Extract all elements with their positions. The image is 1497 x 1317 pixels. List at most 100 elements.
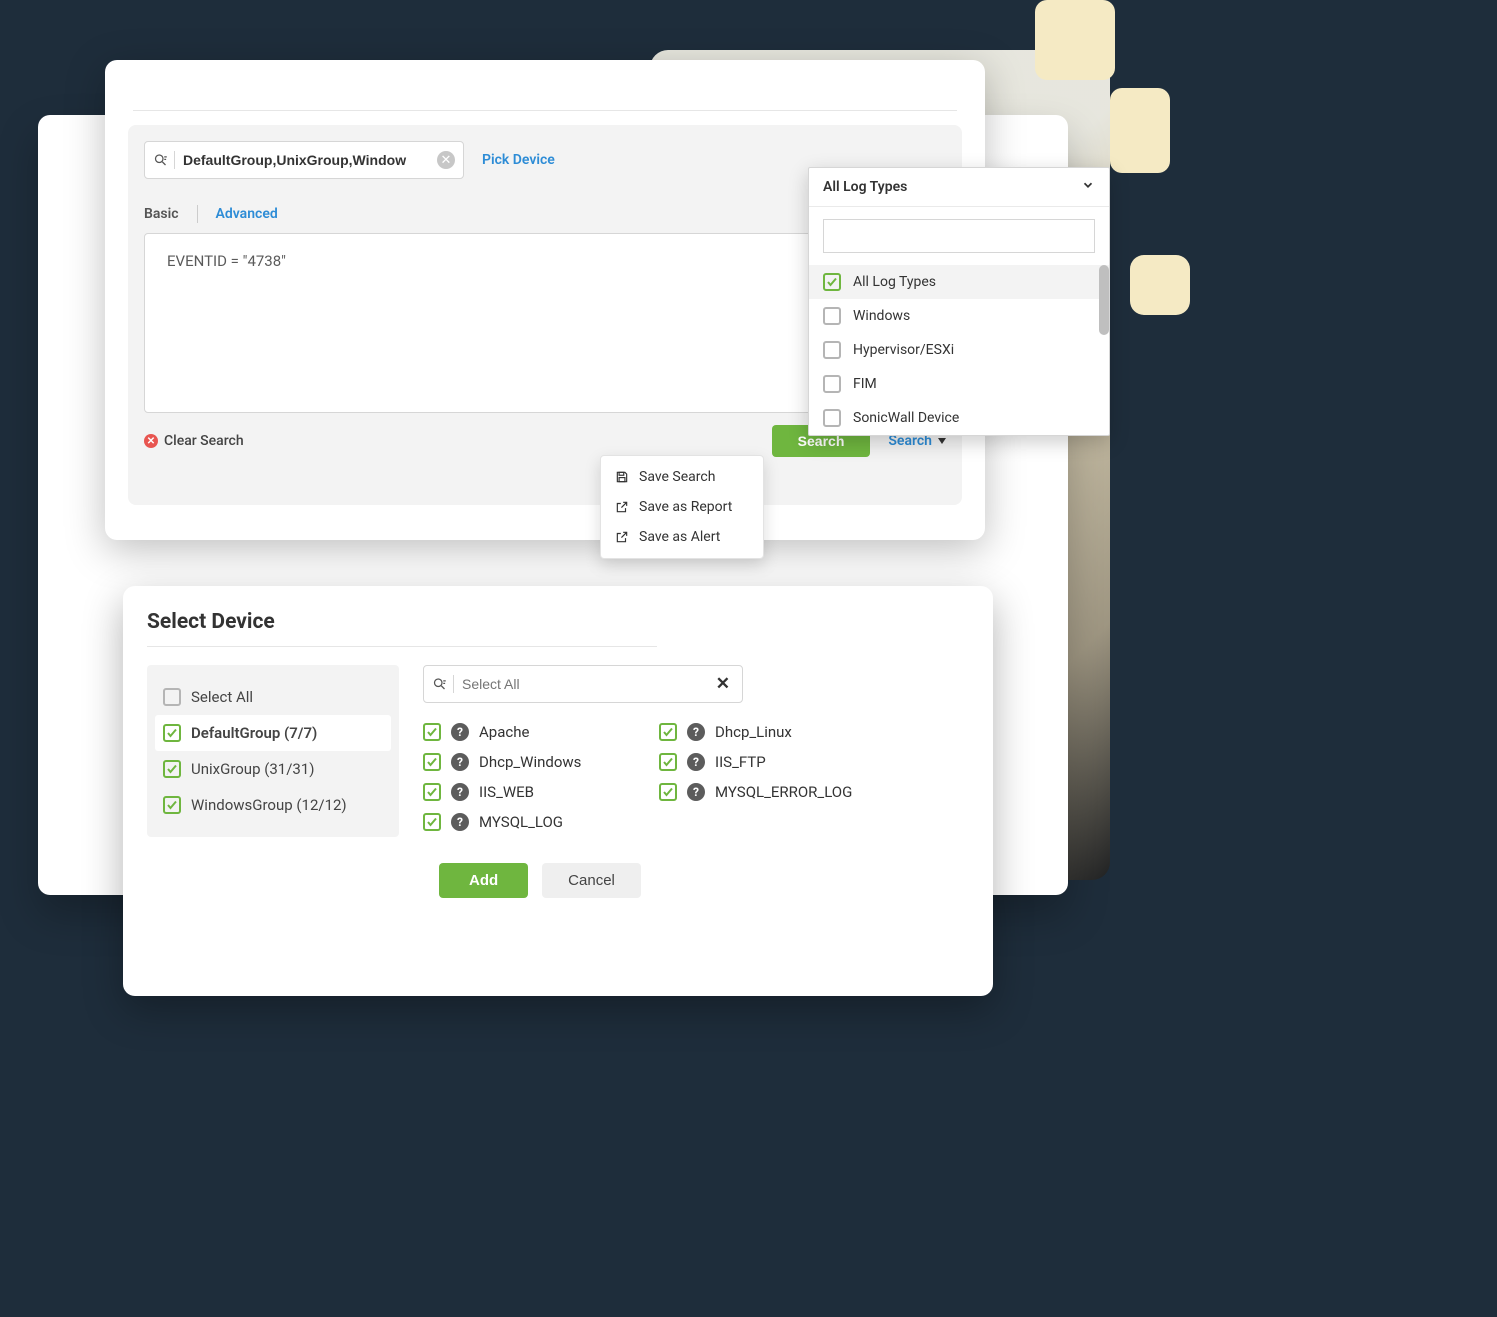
decorative-block	[1035, 0, 1115, 80]
help-icon[interactable]: ?	[687, 783, 705, 801]
decorative-block	[1110, 88, 1170, 173]
log-type-label: All Log Types	[853, 274, 936, 290]
device-items-pane: ✕ ? Apache ? Dhcp_Linux ? Dhcp_Windows	[399, 665, 969, 837]
log-type-option[interactable]: Hypervisor/ESXi	[809, 333, 1109, 367]
device-groups-pane: Select All DefaultGroup (7/7) UnixGroup …	[147, 665, 399, 837]
query-text: EVENTID = "4738"	[167, 252, 286, 270]
chevron-down-icon	[938, 438, 946, 444]
scrollbar-thumb[interactable]	[1099, 265, 1109, 335]
service-item[interactable]: ? Dhcp_Linux	[659, 723, 889, 741]
save-icon	[615, 470, 629, 484]
checkbox-checked-icon[interactable]	[423, 813, 441, 831]
checkbox-checked-icon[interactable]	[659, 723, 677, 741]
menu-item-save-as-alert[interactable]: Save as Alert	[601, 522, 763, 552]
log-types-list: All Log Types Windows Hypervisor/ESXi FI…	[809, 265, 1109, 435]
device-group-item[interactable]: DefaultGroup (7/7)	[155, 715, 391, 751]
checkbox-unchecked-icon[interactable]	[163, 688, 181, 706]
select-all-groups[interactable]: Select All	[155, 679, 391, 715]
device-services-grid: ? Apache ? Dhcp_Linux ? Dhcp_Windows ? I…	[423, 723, 969, 831]
device-group-label: DefaultGroup (7/7)	[191, 724, 317, 742]
divider	[133, 110, 957, 111]
service-item[interactable]: ? IIS_FTP	[659, 753, 889, 771]
log-types-selected-label: All Log Types	[823, 179, 907, 195]
checkbox-checked-icon[interactable]	[163, 760, 181, 778]
device-group-item[interactable]: UnixGroup (31/31)	[155, 751, 391, 787]
service-label: MYSQL_ERROR_LOG	[715, 783, 852, 801]
checkbox-unchecked-icon[interactable]	[823, 375, 841, 393]
log-type-option[interactable]: Windows	[809, 299, 1109, 333]
pick-device-link[interactable]: Pick Device	[482, 152, 555, 168]
log-type-option[interactable]: SonicWall Device	[809, 401, 1109, 435]
log-type-label: Windows	[853, 308, 910, 324]
help-icon[interactable]: ?	[451, 813, 469, 831]
select-device-title: Select Device	[147, 610, 969, 634]
checkbox-checked-icon[interactable]	[659, 783, 677, 801]
clear-input-icon[interactable]: ✕	[437, 151, 455, 169]
select-device-card: Select Device Select All DefaultGroup (7…	[123, 586, 993, 996]
checkbox-checked-icon[interactable]	[823, 273, 841, 291]
tab-advanced[interactable]: Advanced	[216, 206, 278, 222]
help-icon[interactable]: ?	[451, 723, 469, 741]
add-button[interactable]: Add	[439, 863, 528, 898]
service-label: Dhcp_Linux	[715, 723, 792, 741]
close-icon[interactable]: ✕	[712, 674, 734, 694]
device-group-label: UnixGroup (31/31)	[191, 760, 315, 778]
checkbox-unchecked-icon[interactable]	[823, 307, 841, 325]
menu-item-save-as-report[interactable]: Save as Report	[601, 492, 763, 522]
search-icon	[432, 675, 454, 693]
checkbox-unchecked-icon[interactable]	[823, 341, 841, 359]
device-search-input[interactable]	[183, 152, 437, 168]
service-item[interactable]: ? MYSQL_ERROR_LOG	[659, 783, 889, 801]
close-icon: ✕	[144, 434, 158, 448]
select-all-label: Select All	[191, 688, 253, 706]
log-type-label: SonicWall Device	[853, 410, 959, 426]
service-item[interactable]: ? MYSQL_LOG	[423, 813, 653, 831]
clear-search-label: Clear Search	[164, 433, 244, 449]
log-type-option[interactable]: FIM	[809, 367, 1109, 401]
chevron-down-icon	[1081, 178, 1095, 196]
device-search-box[interactable]: ✕	[144, 141, 464, 179]
checkbox-checked-icon[interactable]	[423, 753, 441, 771]
tab-basic[interactable]: Basic	[144, 206, 179, 222]
help-icon[interactable]: ?	[687, 753, 705, 771]
search-actions-menu: Save Search Save as Report Save as Alert	[600, 455, 764, 559]
checkbox-checked-icon[interactable]	[163, 724, 181, 742]
log-type-option[interactable]: All Log Types	[809, 265, 1109, 299]
checkbox-checked-icon[interactable]	[163, 796, 181, 814]
service-label: Apache	[479, 723, 529, 741]
service-item[interactable]: ? Apache	[423, 723, 653, 741]
device-group-label: WindowsGroup (12/12)	[191, 796, 347, 814]
service-item[interactable]: ? Dhcp_Windows	[423, 753, 653, 771]
log-types-toggle[interactable]: All Log Types	[809, 168, 1109, 207]
device-items-search[interactable]: ✕	[423, 665, 743, 703]
decorative-block	[1130, 255, 1190, 315]
service-label: MYSQL_LOG	[479, 813, 563, 831]
checkbox-checked-icon[interactable]	[423, 723, 441, 741]
search-icon	[153, 151, 175, 169]
log-types-filter-input[interactable]	[823, 219, 1095, 253]
help-icon[interactable]: ?	[451, 753, 469, 771]
log-types-dropdown: All Log Types All Log Types Windows Hype…	[808, 167, 1110, 436]
service-item[interactable]: ? IIS_WEB	[423, 783, 653, 801]
log-type-label: FIM	[853, 376, 877, 392]
service-label: IIS_FTP	[715, 753, 766, 771]
menu-item-label: Save as Report	[639, 499, 732, 515]
checkbox-checked-icon[interactable]	[423, 783, 441, 801]
clear-search-link[interactable]: ✕ Clear Search	[144, 433, 244, 449]
external-link-icon	[615, 530, 629, 544]
menu-item-save-search[interactable]: Save Search	[601, 462, 763, 492]
checkbox-checked-icon[interactable]	[659, 753, 677, 771]
menu-item-label: Save Search	[639, 469, 715, 485]
device-items-search-input[interactable]	[462, 676, 712, 692]
log-type-label: Hypervisor/ESXi	[853, 342, 954, 358]
checkbox-unchecked-icon[interactable]	[823, 409, 841, 427]
service-label: Dhcp_Windows	[479, 753, 581, 771]
external-link-icon	[615, 500, 629, 514]
help-icon[interactable]: ?	[451, 783, 469, 801]
divider	[147, 646, 657, 647]
help-icon[interactable]: ?	[687, 723, 705, 741]
service-label: IIS_WEB	[479, 783, 534, 801]
divider	[197, 205, 198, 223]
device-group-item[interactable]: WindowsGroup (12/12)	[155, 787, 391, 823]
cancel-button[interactable]: Cancel	[542, 863, 641, 898]
